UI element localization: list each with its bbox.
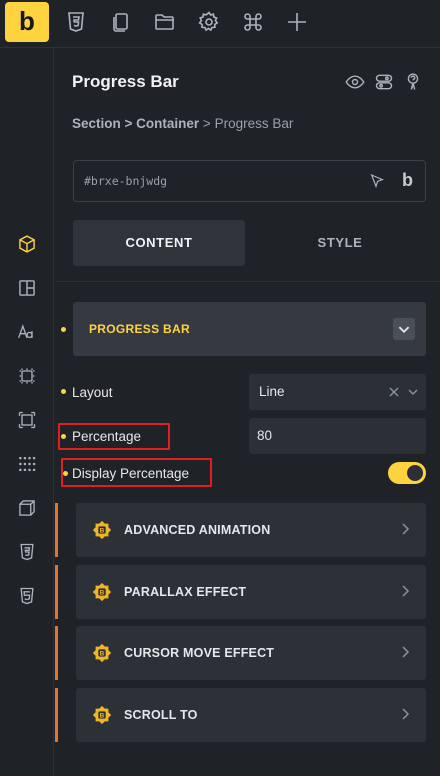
- highlight-box-display-percentage: [61, 458, 212, 487]
- section-label: PROGRESS BAR: [89, 322, 190, 336]
- box-3d-icon[interactable]: [17, 498, 37, 518]
- accordion-scroll-to[interactable]: B SCROLL TO: [55, 688, 426, 742]
- clear-icon[interactable]: [388, 385, 400, 397]
- element-id-field[interactable]: #brxe-bnjwdg b: [73, 160, 426, 202]
- percentage-input[interactable]: 80: [249, 418, 426, 454]
- folder-icon[interactable]: [153, 10, 177, 34]
- addon-badge-icon: B: [91, 704, 113, 726]
- cube-icon[interactable]: [17, 234, 37, 254]
- gear-icon[interactable]: [197, 10, 221, 34]
- typography-icon[interactable]: [17, 322, 37, 342]
- addon-accent-bar: [55, 565, 58, 619]
- css3-icon[interactable]: [17, 542, 37, 562]
- layout-label: Layout: [72, 385, 113, 400]
- element-panel: Progress Bar Section > Container > Progr…: [55, 48, 440, 776]
- chevron-down-icon[interactable]: [407, 385, 419, 397]
- changed-indicator-dot: [61, 389, 66, 394]
- accordion-label: ADVANCED ANIMATION: [124, 523, 271, 537]
- breadcrumb: Section > Container > Progress Bar: [72, 116, 294, 131]
- chevron-right-icon: [398, 707, 412, 721]
- breadcrumb-section[interactable]: Section: [72, 116, 121, 131]
- addon-accent-bar: [55, 503, 58, 557]
- help-pointer-icon[interactable]: [403, 72, 423, 92]
- percentage-value: 80: [257, 428, 273, 443]
- tab-content[interactable]: CONTENT: [73, 220, 245, 266]
- svg-text:B: B: [100, 527, 105, 534]
- addon-badge-icon: B: [91, 581, 113, 603]
- addon-accent-bar: [55, 688, 58, 742]
- left-rail: [0, 48, 54, 776]
- frame-icon[interactable]: [17, 410, 37, 430]
- html5-icon[interactable]: [17, 586, 37, 606]
- divider: [55, 281, 440, 282]
- svg-text:B: B: [100, 650, 105, 657]
- changed-indicator-dot: [61, 327, 66, 332]
- plus-icon[interactable]: [285, 10, 309, 34]
- element-id-value: #brxe-bnjwdg: [84, 174, 168, 188]
- progress-bar-section-header[interactable]: PROGRESS BAR: [73, 302, 426, 356]
- css3-icon[interactable]: [64, 10, 88, 34]
- svg-text:B: B: [100, 712, 105, 719]
- layout-select[interactable]: Line: [249, 374, 426, 410]
- layout-icon[interactable]: [17, 278, 37, 298]
- copy-icon[interactable]: [109, 10, 133, 34]
- accordion-label: CURSOR MOVE EFFECT: [124, 646, 275, 660]
- breadcrumb-current: Progress Bar: [214, 116, 294, 131]
- grid-dots-icon[interactable]: [17, 454, 37, 474]
- accordion-cursor-move-effect[interactable]: B CURSOR MOVE EFFECT: [55, 626, 426, 680]
- accordion-label: PARALLAX EFFECT: [124, 585, 247, 599]
- chevron-right-icon: [398, 645, 412, 659]
- bricks-logo-button[interactable]: b: [5, 2, 49, 42]
- addon-badge-icon: B: [91, 519, 113, 541]
- highlight-box-percentage: [58, 423, 170, 450]
- top-toolbar: b: [0, 0, 440, 48]
- accordion-label: SCROLL TO: [124, 708, 198, 722]
- toggle-settings-icon[interactable]: [374, 72, 394, 92]
- addon-accent-bar: [55, 626, 58, 680]
- addon-badge-icon: B: [91, 642, 113, 664]
- element-icon[interactable]: [17, 366, 37, 386]
- accordion-parallax-effect[interactable]: B PARALLAX EFFECT: [55, 565, 426, 619]
- cursor-icon[interactable]: [369, 173, 385, 189]
- bricks-class-icon[interactable]: b: [402, 170, 413, 191]
- toggle-knob: [407, 465, 423, 481]
- chevron-down-icon[interactable]: [393, 318, 415, 340]
- breadcrumb-container[interactable]: Container: [136, 116, 199, 131]
- display-percentage-toggle[interactable]: [388, 462, 426, 484]
- panel-title: Progress Bar: [72, 72, 179, 91]
- accordion-advanced-animation[interactable]: B ADVANCED ANIMATION: [55, 503, 426, 557]
- svg-text:B: B: [100, 589, 105, 596]
- chevron-right-icon: [398, 584, 412, 598]
- command-icon[interactable]: [241, 10, 265, 34]
- tab-style[interactable]: STYLE: [254, 220, 426, 266]
- eye-icon[interactable]: [345, 72, 365, 92]
- chevron-right-icon: [398, 522, 412, 536]
- layout-value: Line: [259, 384, 285, 399]
